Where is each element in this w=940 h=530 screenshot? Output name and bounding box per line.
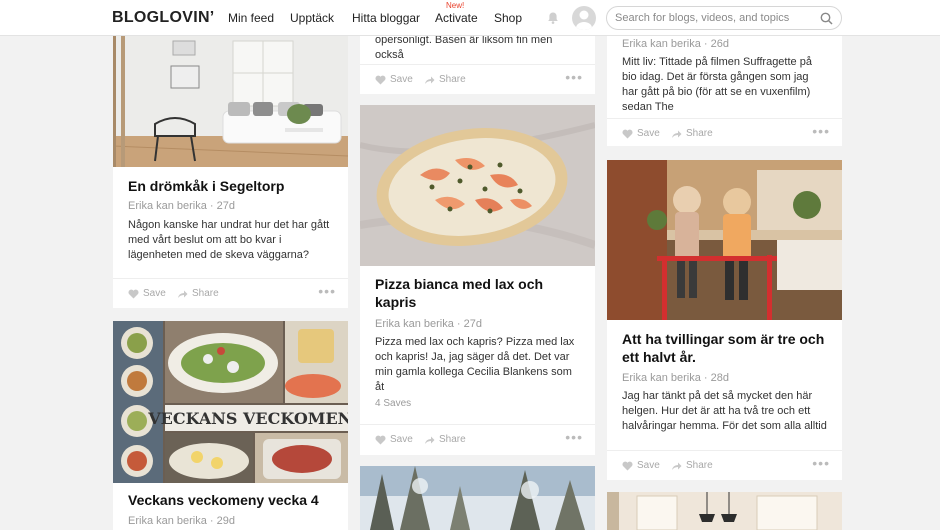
save-button[interactable]: Save xyxy=(375,74,413,85)
save-button[interactable]: Save xyxy=(622,460,660,471)
post-actions: Save Share ••• xyxy=(607,450,842,480)
heart-icon xyxy=(375,75,386,84)
save-button[interactable]: Save xyxy=(622,128,660,139)
post-meta[interactable]: Erika kan berika · 29d xyxy=(128,515,235,527)
share-button[interactable]: Share xyxy=(671,128,713,139)
share-label: Share xyxy=(439,74,466,85)
post-meta[interactable]: Erika kan berika · 28d xyxy=(622,372,729,384)
more-options-button[interactable]: ••• xyxy=(565,429,583,445)
save-label: Save xyxy=(637,460,660,471)
nav-shop[interactable]: Shop xyxy=(494,11,522,25)
post-excerpt: Någon kanske har undrat hur det har gått… xyxy=(128,219,330,261)
nav-min-feed[interactable]: Min feed xyxy=(228,11,274,25)
post-card-drömkåk[interactable]: En drömkåk i Segeltorp Erika kan berika … xyxy=(113,36,348,308)
bloglovin-logo[interactable]: BLOGLOVIN’ xyxy=(112,9,215,27)
save-button[interactable]: Save xyxy=(375,434,413,445)
post-meta[interactable]: Erika kan berika · 27d xyxy=(375,318,482,330)
post-title[interactable]: Pizza bianca med lax och kapris xyxy=(375,275,580,311)
top-navigation-bar: BLOGLOVIN’ Min feed Upptäck Hitta blogga… xyxy=(0,0,940,36)
post-card-room[interactable] xyxy=(607,492,842,530)
save-label: Save xyxy=(143,288,166,299)
save-label: Save xyxy=(390,434,413,445)
more-options-button[interactable]: ••• xyxy=(812,123,830,139)
save-button[interactable]: Save xyxy=(128,288,166,299)
heart-icon xyxy=(622,461,633,470)
share-button[interactable]: Share xyxy=(424,74,466,85)
more-options-button[interactable]: ••• xyxy=(318,283,336,299)
more-options-button[interactable]: ••• xyxy=(812,455,830,471)
post-card-veckomeny[interactable]: VECKANS VECKOMENY Veckans veckomeny veck… xyxy=(113,321,348,530)
post-excerpt: Jag har tänkt på det så mycket den här h… xyxy=(622,390,827,432)
save-label: Save xyxy=(637,128,660,139)
post-image-twins[interactable] xyxy=(607,160,842,320)
share-button[interactable]: Share xyxy=(177,288,219,299)
share-arrow-icon xyxy=(178,290,188,298)
nav-hitta-bloggar[interactable]: Hitta bloggar xyxy=(352,11,420,25)
search-box xyxy=(606,6,842,30)
notifications-bell-icon[interactable] xyxy=(546,11,560,25)
post-image-room[interactable] xyxy=(607,492,842,530)
search-input[interactable] xyxy=(615,10,815,26)
share-label: Share xyxy=(439,434,466,445)
post-excerpt: Mitt liv: Tittade på filmen Suffragette … xyxy=(622,56,812,113)
share-button[interactable]: Share xyxy=(424,434,466,445)
post-card-suffragette[interactable]: Erika kan berika · 26d Mitt liv: Tittade… xyxy=(607,34,842,146)
post-title[interactable]: Att ha tvillingar som är tre och ett hal… xyxy=(622,330,827,366)
heart-icon xyxy=(375,435,386,444)
post-meta[interactable]: Erika kan berika · 26d xyxy=(622,38,729,50)
share-label: Share xyxy=(686,460,713,471)
post-actions: Save Share ••• xyxy=(360,64,595,94)
post-card-tvillingar[interactable]: Att ha tvillingar som är tre och ett hal… xyxy=(607,160,842,480)
post-excerpt: opersonligt. Basen är liksom fin men ock… xyxy=(375,34,553,61)
post-actions: Save Share ••• xyxy=(360,424,595,454)
post-excerpt: Pizza med lax och kapris? Pizza med lax … xyxy=(375,336,575,393)
post-card-winter[interactable] xyxy=(360,466,595,530)
nav-upptack[interactable]: Upptäck xyxy=(290,11,334,25)
heart-icon xyxy=(622,129,633,138)
user-avatar[interactable] xyxy=(572,6,596,30)
save-label: Save xyxy=(390,74,413,85)
share-label: Share xyxy=(686,128,713,139)
post-actions: Save Share ••• xyxy=(113,278,348,308)
post-image-food-collage[interactable]: VECKANS VECKOMENY xyxy=(113,321,348,483)
share-button[interactable]: Share xyxy=(671,460,713,471)
post-image-winter-forest[interactable] xyxy=(360,466,595,530)
more-options-button[interactable]: ••• xyxy=(565,69,583,85)
heart-icon xyxy=(128,289,139,298)
share-label: Share xyxy=(192,288,219,299)
post-title[interactable]: Veckans veckomeny vecka 4 xyxy=(128,491,333,509)
share-arrow-icon xyxy=(672,462,682,470)
post-card-pizza[interactable]: Pizza bianca med lax och kapris Erika ka… xyxy=(360,105,595,455)
post-title[interactable]: En drömkåk i Segeltorp xyxy=(128,177,333,195)
post-meta[interactable]: Erika kan berika · 27d xyxy=(128,200,235,212)
nav-activate[interactable]: Activate xyxy=(435,11,478,25)
post-image-living-room[interactable] xyxy=(113,36,348,167)
post-card-partial-top[interactable]: opersonligt. Basen är liksom fin men ock… xyxy=(360,28,595,94)
search-icon[interactable] xyxy=(820,12,833,25)
share-arrow-icon xyxy=(425,76,435,84)
saves-count: 4 Saves xyxy=(375,398,412,409)
collage-lettering: VECKANS VECKOMENY xyxy=(147,409,348,428)
share-arrow-icon xyxy=(425,436,435,444)
post-actions: Save Share ••• xyxy=(607,118,842,146)
share-arrow-icon xyxy=(672,130,682,138)
post-image-pizza[interactable] xyxy=(360,105,595,266)
new-badge: New! xyxy=(446,1,465,10)
